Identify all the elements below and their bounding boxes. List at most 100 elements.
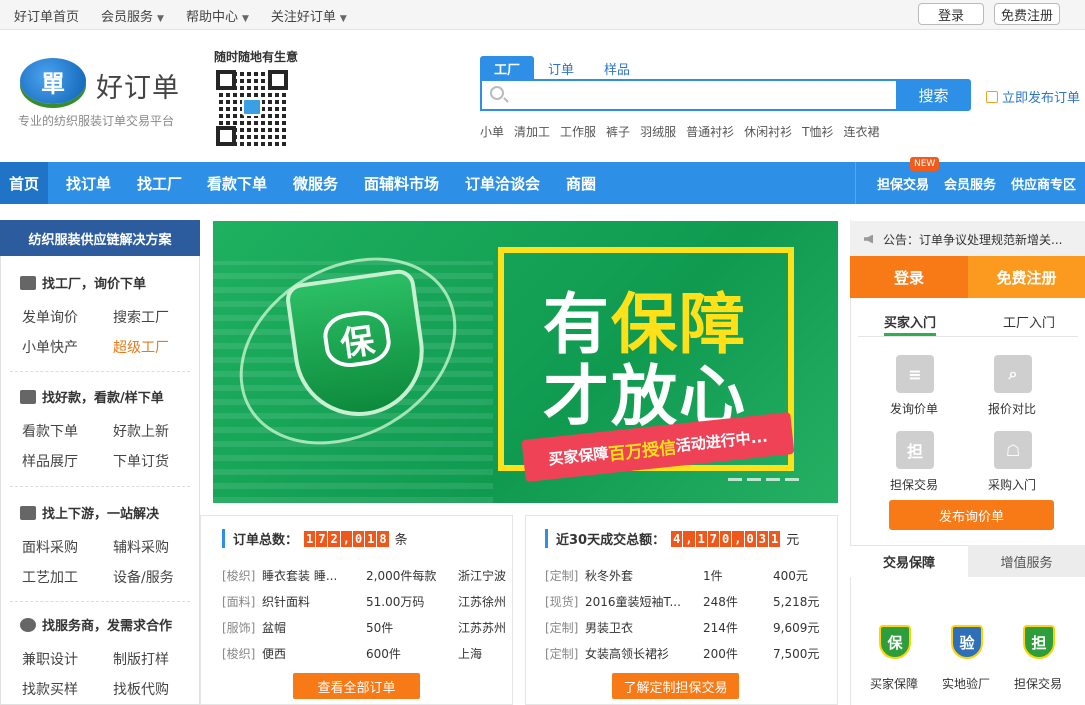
factory-audit-label[interactable]: 实地验厂 <box>942 675 990 692</box>
nav-find-factory[interactable]: 找工厂 <box>137 162 182 204</box>
logo-icon[interactable]: 單 <box>20 58 86 104</box>
nav-member-service[interactable]: 会员服务 <box>944 162 996 204</box>
factory-audit-icon[interactable]: 验 <box>951 625 983 659</box>
top-register-button[interactable]: 免费注册 <box>994 3 1060 25</box>
link-new-style[interactable]: 好款上新 <box>113 421 169 441</box>
escrow-info-button[interactable]: 了解定制担保交易 <box>612 673 739 699</box>
table-row[interactable]: [定制] 女装高领长裙衫 200件 7,500元 <box>545 645 819 662</box>
link-equipment[interactable]: 设备/服务 <box>113 567 174 587</box>
publish-order-link[interactable]: 立即发布订单 <box>986 87 1080 106</box>
link-buy-sample[interactable]: 找款买样 <box>22 679 78 699</box>
nav-business-circle[interactable]: 商圈 <box>566 162 596 204</box>
nav-supplier-zone[interactable]: 供应商专区 <box>1011 162 1076 204</box>
table-row[interactable]: [梭织] 睡衣套装 睡... 2,000件每款 浙江宁波 <box>222 567 506 584</box>
tab-trade-guarantee[interactable]: 交易保障 <box>850 545 968 577</box>
purchase-icon[interactable]: ☖ <box>994 431 1032 469</box>
link-post-inquiry[interactable]: 发单询价 <box>22 307 78 327</box>
caret-down-icon: ▼ <box>157 14 164 24</box>
link-pattern-making[interactable]: 制版打样 <box>113 649 169 669</box>
nav-fabric-market[interactable]: 面辅料市场 <box>364 162 439 204</box>
top-link-follow[interactable]: 关注好订单 ▼ <box>271 6 347 25</box>
link-craft-process[interactable]: 工艺加工 <box>22 567 78 587</box>
table-row[interactable]: [定制] 男装卫衣 214件 9,609元 <box>545 619 819 636</box>
search-button[interactable]: 搜索 <box>896 79 971 111</box>
left-sidebar-title: 纺织服装供应链解决方案 <box>0 220 200 256</box>
hotword[interactable]: T恤衫 <box>802 123 833 140</box>
hotword[interactable]: 裤子 <box>606 123 630 140</box>
link-super-factory[interactable]: 超级工厂 <box>113 337 169 357</box>
escrow-trade-icon[interactable]: 担 <box>1023 625 1055 659</box>
buyer-guarantee-label[interactable]: 买家保障 <box>870 675 918 692</box>
tab-factory-guide[interactable]: 工厂入门 <box>1003 312 1055 331</box>
divider <box>10 601 190 602</box>
tab-value-added[interactable]: 增值服务 <box>968 545 1085 577</box>
divider <box>10 486 190 487</box>
link-sample-hall[interactable]: 样品展厅 <box>22 451 78 471</box>
table-row[interactable]: [服饰] 盆帽 50件 江苏苏州 <box>222 619 506 636</box>
nav-find-order[interactable]: 找订单 <box>66 162 111 204</box>
table-row[interactable]: [现货] 2016童装短袖T... 248件 5,218元 <box>545 593 819 610</box>
hotword[interactable]: 工作服 <box>560 123 596 140</box>
publish-inquiry-button[interactable]: 发布询价单 <box>889 500 1054 530</box>
section-title-style: 找好款，看款/样下单 <box>20 387 164 406</box>
link-place-order[interactable]: 下单订货 <box>113 451 169 471</box>
new-badge: NEW <box>910 157 940 171</box>
compare-icon[interactable]: ⌕ <box>994 355 1032 393</box>
divider <box>10 371 190 372</box>
hotword[interactable]: 普通衬衫 <box>686 123 734 140</box>
nav-order-fair[interactable]: 订单洽谈会 <box>465 162 540 204</box>
link-purchase-agent[interactable]: 找板代购 <box>113 679 169 699</box>
hotword[interactable]: 休闲衬衫 <box>744 123 792 140</box>
register-button[interactable]: 免费注册 <box>968 256 1085 298</box>
hotword[interactable]: 连衣裙 <box>843 123 879 140</box>
purchase-label[interactable]: 采购入门 <box>988 476 1036 493</box>
tab-buyer-guide[interactable]: 买家入门 <box>884 312 936 331</box>
compare-label[interactable]: 报价对比 <box>988 400 1036 417</box>
search-icon <box>490 86 504 100</box>
hotword[interactable]: 羽绒服 <box>640 123 676 140</box>
logo-name[interactable]: 好订单 <box>96 66 180 105</box>
table-row[interactable]: [梭织] 便西 600件 上海 <box>222 645 482 662</box>
hotword[interactable]: 清加工 <box>514 123 550 140</box>
search-input[interactable] <box>480 79 898 111</box>
top-bar: 好订单首页 会员服务 ▼ 帮助中心 ▼ 关注好订单 ▼ 登录 免费注册 <box>0 0 1085 30</box>
caret-down-icon: ▼ <box>241 14 249 24</box>
section-title-supply: 找上下游，一站解决 <box>20 503 159 522</box>
search-tab-sample[interactable]: 样品 <box>596 56 638 80</box>
link-accessory-purchase[interactable]: 辅料采购 <box>113 537 169 557</box>
hotword[interactable]: 小单 <box>480 123 504 140</box>
link-part-time-design[interactable]: 兼职设计 <box>22 649 78 669</box>
buyer-guarantee-icon[interactable]: 保 <box>879 625 911 659</box>
top-login-button[interactable]: 登录 <box>918 3 984 25</box>
link-small-order[interactable]: 小单快产 <box>22 337 78 357</box>
view-all-orders-button[interactable]: 查看全部订单 <box>293 673 420 699</box>
nav-home[interactable]: 首页 <box>0 162 48 204</box>
nav-divider <box>855 162 856 204</box>
tab-bar-line <box>858 336 1078 337</box>
login-button[interactable]: 登录 <box>850 256 968 298</box>
link-search-factory[interactable]: 搜索工厂 <box>113 307 169 327</box>
factory-icon <box>20 275 36 290</box>
top-link-help[interactable]: 帮助中心 ▼ <box>186 6 249 25</box>
promo-banner[interactable]: 保 有保障 才放心 买家保障 百万授信 活动进行中... <box>213 221 838 503</box>
link-view-style[interactable]: 看款下单 <box>22 421 78 441</box>
top-link-home[interactable]: 好订单首页 <box>14 6 79 25</box>
link-fabric-purchase[interactable]: 面料采购 <box>22 537 78 557</box>
table-row[interactable]: [定制] 秋冬外套 1件 400元 <box>545 567 808 584</box>
nav-micro-service[interactable]: 微服务 <box>293 162 338 204</box>
table-row[interactable]: [面料] 织针面料 51.00万码 江苏徐州 <box>222 593 506 610</box>
carousel-dots[interactable] <box>728 478 799 481</box>
nav-view-style[interactable]: 看款下单 <box>207 162 267 204</box>
caret-down-icon: ▼ <box>339 14 347 24</box>
search-tab-order[interactable]: 订单 <box>540 56 582 80</box>
escrow-label[interactable]: 担保交易 <box>890 476 938 493</box>
notice-bar[interactable]: 公告：订单争议处理规范新增关... <box>850 221 1085 257</box>
logo-slogan: 专业的纺织服装订单交易平台 <box>18 114 175 128</box>
top-link-member[interactable]: 会员服务 ▼ <box>101 6 164 25</box>
search-tab-factory[interactable]: 工厂 <box>480 56 534 80</box>
machine-icon <box>20 505 36 520</box>
escrow-trade-label[interactable]: 担保交易 <box>1014 675 1062 692</box>
inquiry-icon[interactable]: ≡ <box>896 355 934 393</box>
inquiry-label[interactable]: 发询价单 <box>890 400 938 417</box>
escrow-icon[interactable]: 担 <box>896 431 934 469</box>
